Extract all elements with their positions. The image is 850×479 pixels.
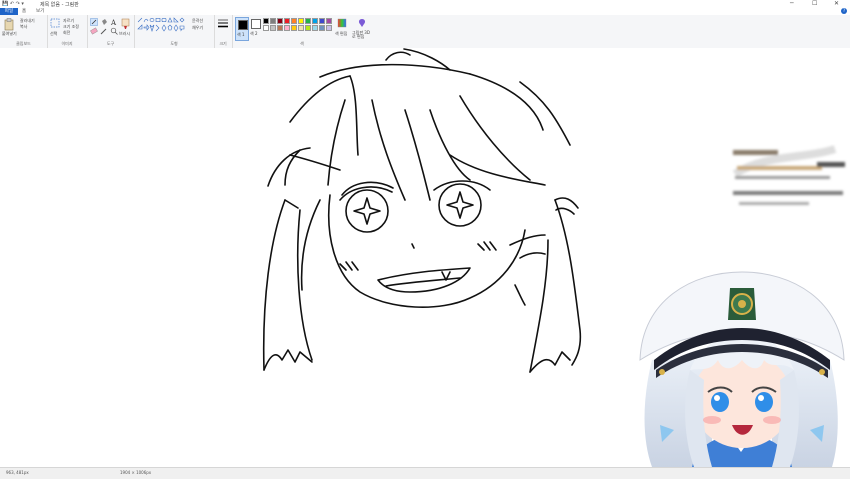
cursor-position: 963, 481px bbox=[6, 470, 29, 475]
blurred-overlay-text bbox=[732, 145, 845, 205]
palette-swatch[interactable] bbox=[263, 18, 269, 24]
tab-home[interactable]: 홈 bbox=[22, 8, 26, 15]
palette-swatch[interactable] bbox=[263, 25, 269, 31]
window-title: 제목 없음 - 그림판 bbox=[40, 2, 79, 8]
image-group: 선택 자르기 크기 조정 회전 이미지 bbox=[47, 15, 88, 48]
size-group-label: 크기 bbox=[219, 41, 227, 46]
fill-button[interactable]: 채우기 bbox=[192, 25, 203, 31]
edit-colors-label: 색 편집 bbox=[335, 31, 348, 36]
quick-access-toolbar[interactable]: 💾 ↶ ↷ ▾ bbox=[2, 1, 24, 7]
color2-swatch bbox=[251, 19, 261, 29]
color1-swatch bbox=[238, 20, 248, 30]
pencil-icon[interactable] bbox=[90, 18, 98, 26]
color1-selector[interactable]: 색 1 bbox=[235, 17, 249, 41]
shapes-group: 윤곽선 채우기 도형 bbox=[134, 15, 215, 48]
canvas-size: 1904 × 1006px bbox=[120, 470, 152, 475]
color-palette bbox=[263, 18, 343, 32]
palette-swatch[interactable] bbox=[305, 25, 311, 31]
palette-swatch[interactable] bbox=[326, 25, 332, 31]
paint3d-label: 그림판 3D로 편집 bbox=[352, 30, 370, 39]
copy-button[interactable]: 복사 bbox=[20, 24, 27, 30]
select-icon[interactable] bbox=[50, 18, 60, 28]
tab-file[interactable]: 파일 bbox=[0, 8, 18, 15]
maximize-button[interactable]: ☐ bbox=[812, 0, 817, 7]
palette-swatch[interactable] bbox=[298, 18, 304, 24]
minimize-button[interactable]: ─ bbox=[790, 0, 794, 7]
shapes-group-label: 도형 bbox=[170, 41, 178, 46]
color-picker-icon[interactable] bbox=[100, 27, 108, 35]
palette-swatch[interactable] bbox=[319, 18, 325, 24]
ribbon: 붙여넣기 잘라내기 복사 클립보드 선택 자르기 크기 조정 회전 이미지 A bbox=[0, 15, 850, 49]
tab-view[interactable]: 보기 bbox=[36, 8, 44, 15]
text-icon[interactable]: A bbox=[110, 18, 118, 26]
edit-colors-icon[interactable] bbox=[337, 18, 347, 28]
palette-swatch[interactable] bbox=[326, 18, 332, 24]
palette-swatch[interactable] bbox=[270, 25, 276, 31]
tools-group: A 브러시 도구 bbox=[87, 15, 135, 48]
palette-swatch[interactable] bbox=[312, 25, 318, 31]
vtuber-avatar bbox=[639, 271, 845, 467]
ribbon-tabs: 파일 홈 보기 ? bbox=[0, 8, 850, 15]
line-size-icon[interactable] bbox=[217, 18, 229, 30]
palette-swatch[interactable] bbox=[298, 25, 304, 31]
paint3d-icon[interactable] bbox=[357, 18, 367, 28]
clipboard-group-label: 클립보드 bbox=[16, 41, 31, 46]
image-group-label: 이미지 bbox=[61, 41, 73, 46]
tools-group-label: 도구 bbox=[106, 41, 115, 46]
colors-group: 색 1 색 2 색 편집 그림판 3D로 편집 색 bbox=[232, 15, 372, 48]
brushes-icon[interactable] bbox=[120, 18, 131, 30]
color2-label: 색 2 bbox=[250, 31, 258, 36]
clipboard-group: 붙여넣기 잘라내기 복사 클립보드 bbox=[0, 15, 48, 48]
paste-label: 붙여넣기 bbox=[2, 31, 17, 36]
fill-icon[interactable] bbox=[100, 18, 108, 26]
palette-swatch[interactable] bbox=[277, 18, 283, 24]
color1-label: 색 1 bbox=[237, 32, 245, 37]
close-button[interactable]: ✕ bbox=[834, 0, 839, 7]
palette-swatch[interactable] bbox=[284, 18, 290, 24]
paste-icon[interactable] bbox=[4, 18, 14, 31]
rotate-button[interactable]: 회전 bbox=[63, 30, 70, 36]
palette-swatch[interactable] bbox=[312, 18, 318, 24]
palette-swatch[interactable] bbox=[319, 25, 325, 31]
select-label: 선택 bbox=[50, 31, 58, 36]
outline-button[interactable]: 윤곽선 bbox=[192, 18, 203, 24]
palette-swatch[interactable] bbox=[277, 25, 283, 31]
brushes-label: 브러시 bbox=[119, 31, 131, 36]
help-icon[interactable]: ? bbox=[841, 8, 847, 14]
palette-swatch[interactable] bbox=[291, 25, 297, 31]
status-bar: 963, 481px 1904 × 1006px bbox=[0, 467, 850, 479]
magnifier-icon[interactable] bbox=[110, 27, 118, 35]
palette-swatch[interactable] bbox=[291, 18, 297, 24]
title-bar: 💾 ↶ ↷ ▾ 제목 없음 - 그림판 ─ ☐ ✕ bbox=[0, 0, 850, 8]
color2-selector[interactable]: 색 2 bbox=[249, 17, 261, 39]
shapes-gallery[interactable] bbox=[137, 17, 189, 37]
size-group: 크기 bbox=[214, 15, 233, 48]
palette-swatch[interactable] bbox=[270, 18, 276, 24]
drawing-canvas[interactable] bbox=[0, 48, 850, 467]
svg-text:A: A bbox=[110, 19, 117, 26]
palette-swatch[interactable] bbox=[305, 18, 311, 24]
colors-group-label: 색 bbox=[300, 41, 304, 46]
eraser-icon[interactable] bbox=[90, 27, 98, 35]
palette-swatch[interactable] bbox=[284, 25, 290, 31]
